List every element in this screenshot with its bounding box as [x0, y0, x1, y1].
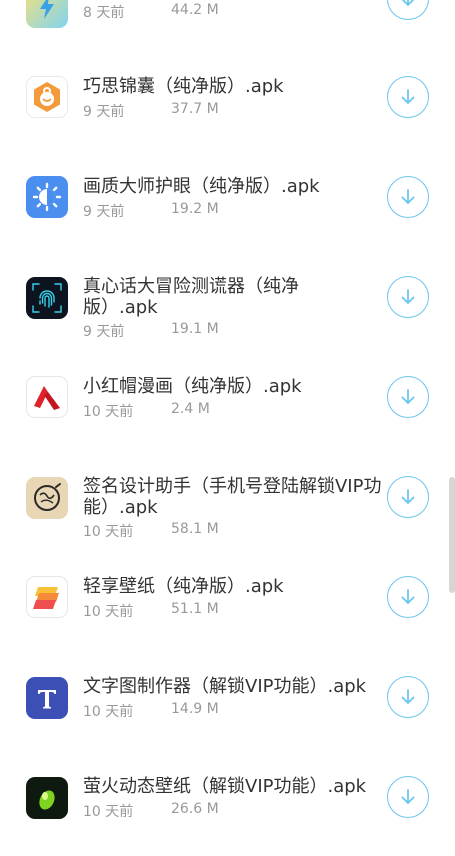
- wallpaper-app-icon: [26, 576, 68, 618]
- item-title: 文字图制作器（解锁VIP功能）.apk: [83, 676, 367, 697]
- bag-app-icon: [26, 76, 68, 118]
- scrollbar[interactable]: [449, 477, 455, 593]
- download-button[interactable]: [387, 576, 429, 618]
- item-title: 轻享壁纸（纯净版）.apk: [83, 576, 284, 597]
- item-title: 画质大师护眼（纯净版）.apk: [83, 176, 320, 197]
- item-title: 签名设计助手（手机号登陆解锁VIP功能）.apk: [83, 476, 382, 518]
- item-size: 2.4 M: [171, 401, 210, 417]
- arrow-down-icon: [401, 289, 415, 304]
- item-title: 萤火动态壁纸（解锁VIP功能）.apk: [83, 776, 367, 797]
- item-time: 10 天前: [83, 404, 134, 420]
- item-size: 19.2 M: [171, 201, 219, 217]
- download-button[interactable]: [387, 376, 429, 418]
- download-button[interactable]: [387, 776, 429, 818]
- arrow-down-icon: [401, 689, 415, 704]
- arrow-down-icon: [401, 0, 415, 6]
- list-item[interactable]: 文字图制作器（解锁VIP功能）.apk 10 天前 14.9 M: [0, 656, 455, 756]
- list-item[interactable]: 巧思锦囊（纯净版）.apk 9 天前 37.7 M: [0, 56, 455, 156]
- download-button[interactable]: [387, 176, 429, 218]
- item-time: 10 天前: [83, 604, 134, 620]
- item-size: 14.9 M: [171, 701, 219, 717]
- download-button[interactable]: [387, 76, 429, 118]
- item-size: 44.2 M: [171, 2, 219, 18]
- signature-app-icon: [26, 477, 68, 519]
- item-time: 9 天前: [83, 104, 125, 120]
- arrow-down-icon: [401, 189, 415, 204]
- item-title: 小红帽漫画（纯净版）.apk: [83, 376, 302, 397]
- download-button[interactable]: [387, 476, 429, 518]
- download-list: 8 天前 44.2 M 巧思锦囊（纯净版）.apk 9 天前 37.7 M 画质…: [0, 0, 455, 820]
- arrow-down-icon: [401, 589, 415, 604]
- list-item[interactable]: 轻享壁纸（纯净版）.apk 10 天前 51.1 M: [0, 556, 455, 656]
- list-item[interactable]: 画质大师护眼（纯净版）.apk 9 天前 19.2 M: [0, 156, 455, 256]
- list-item[interactable]: 萤火动态壁纸（解锁VIP功能）.apk 10 天前 26.6 M: [0, 756, 455, 856]
- list-item[interactable]: 真心话大冒险测谎器（纯净版）.apk 9 天前 19.1 M: [0, 256, 455, 356]
- arrow-down-icon: [401, 489, 415, 504]
- item-time: 9 天前: [83, 204, 125, 220]
- sun-eye-app-icon: [26, 176, 68, 218]
- red-hat-app-icon: [26, 376, 68, 418]
- list-item[interactable]: 小红帽漫画（纯净版）.apk 10 天前 2.4 M: [0, 356, 455, 456]
- item-size: 51.1 M: [171, 601, 219, 617]
- arrow-down-icon: [401, 789, 415, 804]
- fingerprint-app-icon: [26, 277, 68, 319]
- download-button[interactable]: [387, 276, 429, 318]
- letter-t-app-icon: [26, 677, 68, 719]
- item-title: 巧思锦囊（纯净版）.apk: [83, 76, 284, 97]
- arrow-down-icon: [401, 89, 415, 104]
- download-button[interactable]: [387, 0, 429, 20]
- item-title: 真心话大冒险测谎器（纯净版）.apk: [83, 276, 299, 318]
- item-size: 19.1 M: [171, 321, 219, 337]
- item-time: 8 天前: [83, 5, 125, 21]
- item-size: 26.6 M: [171, 801, 219, 817]
- item-size: 37.7 M: [171, 101, 219, 117]
- item-time: 9 天前: [83, 324, 125, 340]
- item-time: 10 天前: [83, 704, 134, 720]
- firefly-app-icon: [26, 777, 68, 819]
- arrow-down-icon: [401, 389, 415, 404]
- download-button[interactable]: [387, 676, 429, 718]
- bolt-app-icon: [26, 0, 68, 28]
- list-item[interactable]: 签名设计助手（手机号登陆解锁VIP功能）.apk 10 天前 58.1 M: [0, 456, 455, 556]
- item-size: 58.1 M: [171, 521, 219, 537]
- item-time: 10 天前: [83, 524, 134, 540]
- item-time: 10 天前: [83, 804, 134, 820]
